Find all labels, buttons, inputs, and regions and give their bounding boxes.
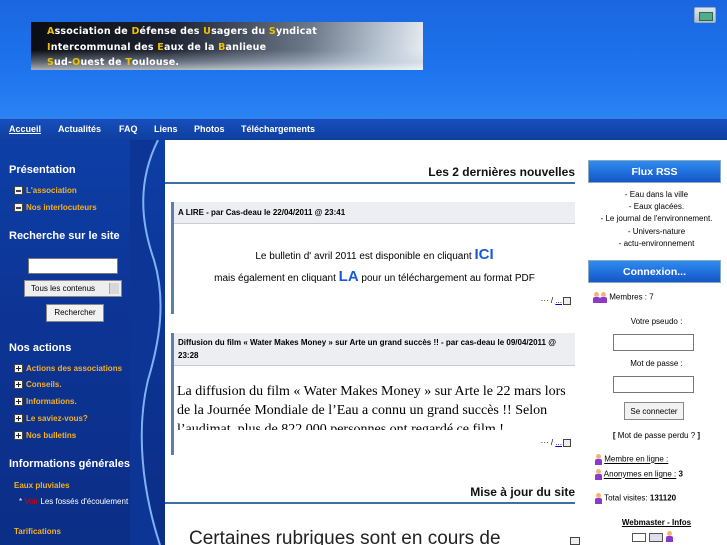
login-button[interactable]: Se connecter xyxy=(624,402,684,420)
post-title[interactable]: Diffusion du film « Water Makes Money » … xyxy=(174,333,575,366)
password-input[interactable] xyxy=(613,376,694,393)
sidebar-item-eaux-pluviales[interactable]: Eaux pluviales xyxy=(14,481,70,490)
search-input[interactable] xyxy=(28,258,118,274)
nav-actualites[interactable]: Actualités xyxy=(58,124,101,134)
rss-heading: Flux RSS xyxy=(588,160,721,183)
nav-telechargements[interactable]: Téléchargements xyxy=(241,124,315,134)
sidebar-item-interlocuteurs[interactable]: Nos interlocuteurs xyxy=(14,203,97,212)
read-more[interactable]: ··· / ... xyxy=(541,296,571,305)
news-post-1: A LIRE - par Cas-deau le 22/04/2011 @ 23… xyxy=(171,202,575,314)
post-line-2: mais également en cliquant LA pour un té… xyxy=(214,268,535,285)
collapse-icon xyxy=(14,203,23,212)
webmaster-link[interactable]: Webmaster - Infos xyxy=(586,518,727,527)
contact-icon[interactable] xyxy=(649,533,663,542)
computer-icon[interactable] xyxy=(694,7,716,23)
news-heading: Les 2 dernières nouvelles xyxy=(428,165,575,179)
expand-icon xyxy=(14,397,23,406)
sidebar-item-conseils[interactable]: Conseils. xyxy=(14,380,62,389)
post-title[interactable]: A LIRE - par Cas-deau le 22/04/2011 @ 23… xyxy=(174,202,575,224)
rss-item[interactable]: - Eaux glacées. xyxy=(586,202,727,211)
search-button[interactable]: Rechercher xyxy=(46,304,104,322)
anonymous-online[interactable]: Anonymes en ligne : 3 xyxy=(595,469,683,480)
online-members[interactable]: Membre en ligne : xyxy=(595,454,668,465)
right-sidebar: Flux RSS - Eau dans la ville - Eaux glac… xyxy=(586,160,727,545)
members-count: Membres : 7 xyxy=(593,292,654,303)
expand-icon xyxy=(14,364,23,373)
presentation-heading: Présentation xyxy=(9,164,76,176)
rss-item[interactable]: - Univers-nature xyxy=(586,227,727,236)
update-text: Certaines rubriques sont en cours de xyxy=(189,528,501,545)
heading-rule xyxy=(165,502,575,504)
nav-accueil[interactable]: Accueil xyxy=(9,124,41,134)
banner-line-1: Association de Défense des Usagers du Sy… xyxy=(47,26,317,37)
sidebar-item-informations[interactable]: Informations. xyxy=(14,397,77,406)
pseudo-input[interactable] xyxy=(613,334,694,351)
update-heading: Mise à jour du site xyxy=(470,485,575,499)
sidebar-item-association[interactable]: L'association xyxy=(14,186,77,195)
read-more[interactable]: ··· / ... xyxy=(537,438,571,447)
login-heading: Connexion... xyxy=(588,260,721,283)
sidebar-item-bulletins[interactable]: Nos bulletins xyxy=(14,431,76,440)
news-post-2: Diffusion du film « Water Makes Money » … xyxy=(171,333,575,455)
info-heading: Informations générales xyxy=(9,458,131,470)
nav-liens[interactable]: Liens xyxy=(154,124,178,134)
mail-icon[interactable] xyxy=(632,533,646,542)
actions-heading: Nos actions xyxy=(9,342,72,354)
main-nav: Accueil Actualités FAQ Liens Photos Télé… xyxy=(0,118,727,140)
scroll-icon[interactable] xyxy=(570,537,580,545)
expand-icon xyxy=(14,431,23,440)
visits-icon xyxy=(595,493,602,504)
banner-line-3: Sud-Ouest de Toulouse. xyxy=(47,57,180,68)
rss-item[interactable]: - Le journal de l'environnement. xyxy=(586,214,727,223)
pseudo-label: Votre pseudo : xyxy=(630,317,683,326)
nav-faq[interactable]: FAQ xyxy=(119,124,138,134)
user-icon xyxy=(666,531,673,542)
post-line-1: Le bulletin d' avril 2011 est disponible… xyxy=(255,246,494,263)
total-visits: Total visites: 131120 xyxy=(595,493,676,504)
user-icon xyxy=(595,469,602,480)
password-label: Mot de passe : xyxy=(630,359,683,368)
sidebar-item-saviez-vous[interactable]: Le saviez-vous? xyxy=(14,414,88,423)
lost-password[interactable]: [ Mot de passe perdu ? ] xyxy=(586,431,727,440)
sidebar-item-actions[interactable]: Actions des associations xyxy=(14,364,122,373)
nav-photos[interactable]: Photos xyxy=(194,124,225,134)
user-icon xyxy=(595,454,602,465)
expand-icon xyxy=(14,414,23,423)
site-banner[interactable]: Association de Défense des Usagers du Sy… xyxy=(31,22,423,70)
rss-item[interactable]: - Eau dans la ville xyxy=(586,190,727,199)
search-scope-select[interactable]: Tous les contenus xyxy=(24,280,122,297)
main-content: Les 2 dernières nouvelles A LIRE - par C… xyxy=(165,140,585,545)
sidebar-item-tarifications[interactable]: Tarifications xyxy=(14,527,61,536)
chevron-down-icon xyxy=(109,283,119,294)
members-icon xyxy=(600,292,607,303)
post-body: La diffusion du film « Water Makes Money… xyxy=(177,384,566,430)
rss-item[interactable]: - actu-environnement xyxy=(586,239,727,248)
sidebar-subitem-fosses[interactable]: * Voir Les fossés d'écoulement xyxy=(19,497,128,506)
search-heading: Recherche sur le site xyxy=(9,230,120,242)
expand-icon xyxy=(563,296,571,305)
collapse-icon xyxy=(14,186,23,195)
banner-line-2: Intercommunal des Eaux de la Banlieue xyxy=(47,42,267,53)
members-icon xyxy=(593,292,600,303)
link-ici[interactable]: ICI xyxy=(474,246,493,263)
expand-icon xyxy=(14,380,23,389)
heading-rule xyxy=(165,182,575,184)
sidebar-curve xyxy=(130,140,162,545)
expand-icon xyxy=(563,438,571,447)
header-bar: Association de Défense des Usagers du Sy… xyxy=(0,0,727,118)
link-la[interactable]: LA xyxy=(339,268,359,285)
